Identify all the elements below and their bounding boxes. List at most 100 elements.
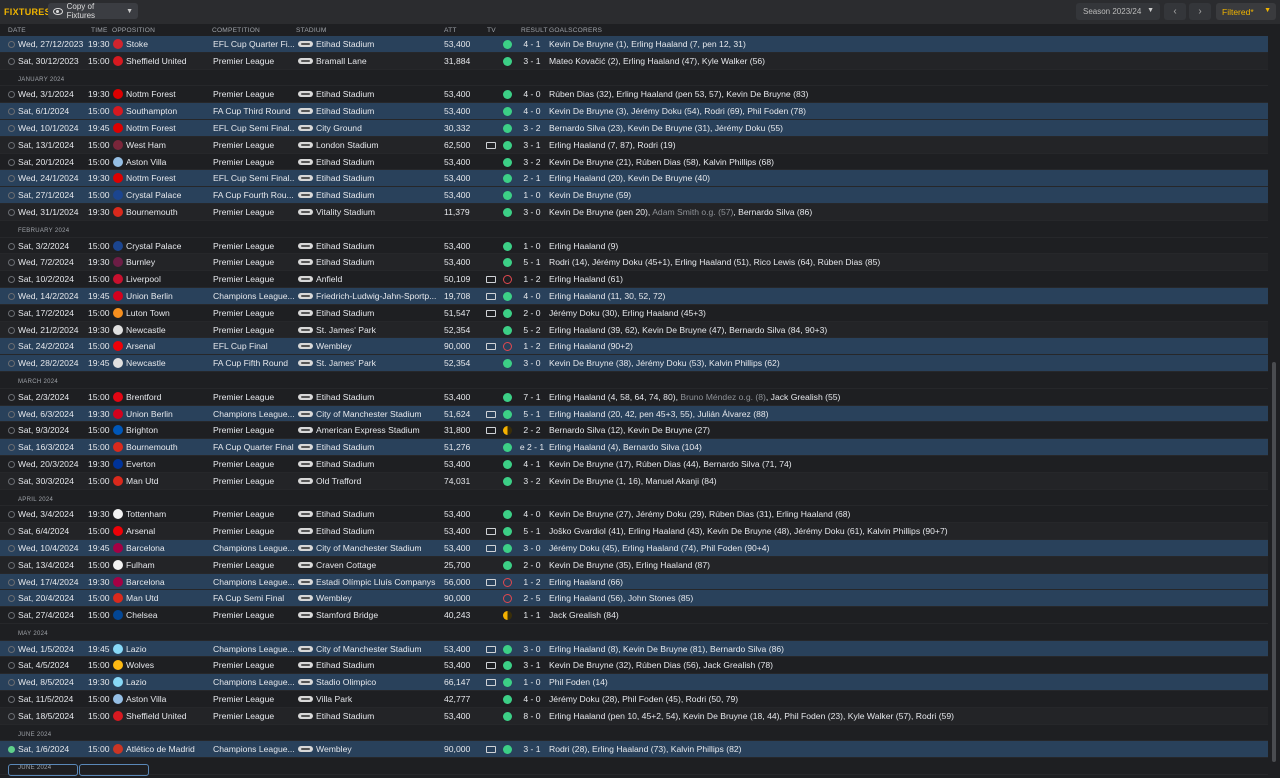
bottom-button-1[interactable] [8, 764, 78, 776]
fixture-row[interactable]: Sat, 2/3/2024 15:00 Brentford Premier Leagu… [0, 389, 1268, 406]
fixture-date[interactable]: Sat, 4/5/2024 [18, 657, 88, 674]
fixture-row[interactable]: Sat, 18/5/2024 15:00 Sheffield United Premi… [0, 707, 1268, 725]
competition-name[interactable]: Champions League... [213, 288, 295, 305]
fixture-date[interactable]: Wed, 31/1/2024 [18, 204, 88, 221]
match-score[interactable]: 2 - 0 [518, 305, 546, 322]
row-select-radio[interactable] [8, 712, 15, 720]
opposition-name[interactable]: Southampton [126, 103, 210, 120]
column-goalscorers[interactable]: GOALSCORERS [549, 27, 602, 34]
opposition-name[interactable]: Lazio [126, 641, 210, 658]
row-select-radio[interactable] [8, 662, 15, 670]
row-select-radio[interactable] [8, 208, 15, 216]
competition-name[interactable]: Premier League [213, 271, 295, 288]
row-select-radio[interactable] [8, 645, 15, 653]
stadium-name[interactable]: Etihad Stadium [316, 170, 440, 187]
stadium-name[interactable]: Etihad Stadium [316, 86, 440, 103]
competition-name[interactable]: Premier League [213, 523, 295, 540]
stadium-name[interactable]: Vitality Stadium [316, 204, 440, 221]
fixture-date[interactable]: Sat, 18/5/2024 [18, 708, 88, 725]
match-score[interactable]: 3 - 1 [518, 741, 546, 758]
opposition-name[interactable]: Aston Villa [126, 154, 210, 171]
opposition-name[interactable]: Brentford [126, 389, 210, 406]
row-select-radio[interactable] [8, 192, 15, 200]
match-score[interactable]: 4 - 1 [518, 36, 546, 53]
row-select-radio[interactable] [8, 427, 15, 435]
fixture-date[interactable]: Sat, 13/4/2024 [18, 557, 88, 574]
stadium-name[interactable]: London Stadium [316, 137, 440, 154]
fixture-row[interactable]: Sat, 30/12/2023 15:00 Sheffield United Prem… [0, 52, 1268, 70]
previous-button[interactable]: ‹ [1164, 3, 1186, 20]
opposition-name[interactable]: Union Berlin [126, 288, 210, 305]
match-score[interactable]: 3 - 0 [518, 355, 546, 372]
fixture-date[interactable]: Sat, 10/2/2024 [18, 271, 88, 288]
column-stadium[interactable]: STADIUM [296, 27, 327, 34]
fixture-row[interactable]: Wed, 1/5/2024 19:45 Lazio Champions League.… [0, 640, 1268, 658]
stadium-name[interactable]: Etihad Stadium [316, 238, 440, 255]
stadium-name[interactable]: Stamford Bridge [316, 607, 440, 624]
match-score[interactable]: 4 - 0 [518, 103, 546, 120]
row-select-radio[interactable] [8, 158, 15, 166]
fixture-date[interactable]: Sat, 2/3/2024 [18, 389, 88, 406]
column-competition[interactable]: COMPETITION [212, 27, 260, 34]
fixture-row[interactable]: Sat, 9/3/2024 15:00 Brighton Premier League… [0, 422, 1268, 440]
competition-name[interactable]: EFL Cup Quarter Fi... [213, 36, 295, 53]
fixture-date[interactable]: Wed, 17/4/2024 [18, 574, 88, 591]
match-score[interactable]: 4 - 0 [518, 288, 546, 305]
stadium-name[interactable]: Old Trafford [316, 473, 440, 490]
fixture-date[interactable]: Sat, 30/12/2023 [18, 53, 88, 70]
competition-name[interactable]: Premier League [213, 657, 295, 674]
competition-name[interactable]: Premier League [213, 322, 295, 339]
fixture-date[interactable]: Wed, 27/12/2023 [18, 36, 88, 53]
competition-name[interactable]: Premier League [213, 691, 295, 708]
fixture-row[interactable]: Sat, 1/6/2024 15:00 Atlético de Madrid Cham… [0, 741, 1268, 759]
match-score[interactable]: 5 - 1 [518, 254, 546, 271]
column-opposition[interactable]: OPPOSITION [112, 27, 155, 34]
fixture-row[interactable]: Wed, 21/2/2024 19:30 Newcastle Premier Leag… [0, 321, 1268, 339]
match-score[interactable]: 3 - 1 [518, 657, 546, 674]
competition-name[interactable]: Premier League [213, 254, 295, 271]
competition-name[interactable]: Premier League [213, 506, 295, 523]
opposition-name[interactable]: Fulham [126, 557, 210, 574]
opposition-name[interactable]: Everton [126, 456, 210, 473]
opposition-name[interactable]: Chelsea [126, 607, 210, 624]
fixture-date[interactable]: Wed, 6/3/2024 [18, 406, 88, 423]
fixture-date[interactable]: Sat, 1/6/2024 [18, 741, 88, 758]
match-score[interactable]: 2 - 0 [518, 557, 546, 574]
match-score[interactable]: 2 - 2 [518, 422, 546, 439]
stadium-name[interactable]: City of Manchester Stadium [316, 406, 440, 423]
fixture-row[interactable]: Sat, 13/1/2024 15:00 West Ham Premier Leagu… [0, 136, 1268, 154]
row-select-radio[interactable] [8, 41, 15, 48]
fixture-date[interactable]: Wed, 10/4/2024 [18, 540, 88, 557]
opposition-name[interactable]: Bournemouth [126, 439, 210, 456]
row-select-radio[interactable] [8, 242, 15, 250]
column-result[interactable]: RESULT [521, 27, 548, 34]
fixture-date[interactable]: Wed, 3/1/2024 [18, 86, 88, 103]
fixture-row[interactable]: Sat, 3/2/2024 15:00 Crystal Palace Premier … [0, 238, 1268, 255]
competition-name[interactable]: FA Cup Third Round [213, 103, 295, 120]
competition-name[interactable]: EFL Cup Final [213, 338, 295, 355]
match-score[interactable]: 4 - 0 [518, 506, 546, 523]
opposition-name[interactable]: Brighton [126, 422, 210, 439]
opposition-name[interactable]: Lazio [126, 674, 210, 691]
competition-name[interactable]: Premier League [213, 154, 295, 171]
competition-name[interactable]: FA Cup Fifth Round [213, 355, 295, 372]
competition-name[interactable]: EFL Cup Semi Final... [213, 170, 295, 187]
row-select-radio[interactable] [8, 292, 15, 300]
fixture-row[interactable]: Wed, 17/4/2024 19:30 Barcelona Champions Le… [0, 573, 1268, 591]
opposition-name[interactable]: Liverpool [126, 271, 210, 288]
match-score[interactable]: 5 - 1 [518, 523, 546, 540]
opposition-name[interactable]: Tottenham [126, 506, 210, 523]
fixture-date[interactable]: Wed, 10/1/2024 [18, 120, 88, 137]
row-select-radio[interactable] [8, 477, 15, 485]
opposition-name[interactable]: Man Utd [126, 473, 210, 490]
fixture-row[interactable]: Sat, 30/3/2024 15:00 Man Utd Premier League… [0, 472, 1268, 490]
stadium-name[interactable]: Etihad Stadium [316, 103, 440, 120]
row-select-radio[interactable] [8, 679, 15, 687]
fixture-row[interactable]: Sat, 27/1/2024 15:00 Crystal Palace FA Cup … [0, 187, 1268, 204]
competition-name[interactable]: Champions League... [213, 540, 295, 557]
match-score[interactable]: 3 - 1 [518, 53, 546, 70]
competition-name[interactable]: EFL Cup Semi Final... [213, 120, 295, 137]
fixture-row[interactable]: Wed, 6/3/2024 19:30 Union Berlin Champions … [0, 405, 1268, 423]
opposition-name[interactable]: Atlético de Madrid [126, 741, 210, 758]
fixture-date[interactable]: Sat, 27/4/2024 [18, 607, 88, 624]
